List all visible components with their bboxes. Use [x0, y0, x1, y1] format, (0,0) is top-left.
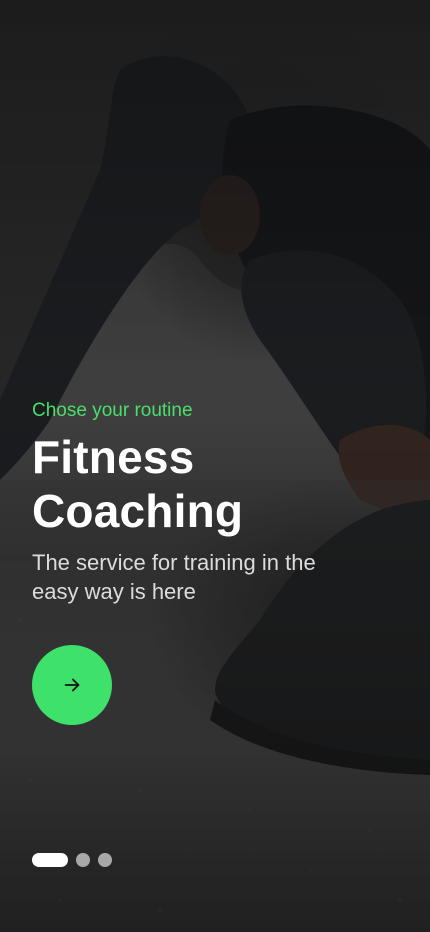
page-dot-active[interactable] [32, 853, 68, 867]
next-button[interactable] [32, 645, 112, 725]
subtitle-text: The service for training in the easy way… [32, 548, 392, 606]
onboarding-content: Chose your routine Fitness Coaching The … [32, 398, 392, 606]
subtitle-line-1: The service for training in the [32, 550, 316, 575]
title-line-2: Coaching [32, 485, 244, 537]
page-indicator [32, 853, 112, 867]
subtitle-line-2: easy way is here [32, 579, 196, 604]
onboarding-screen: Chose your routine Fitness Coaching The … [0, 0, 430, 932]
arrow-right-icon [64, 678, 80, 692]
page-dot[interactable] [76, 853, 90, 867]
page-title: Fitness Coaching [32, 430, 392, 538]
page-dot[interactable] [98, 853, 112, 867]
eyebrow-text: Chose your routine [32, 400, 193, 421]
title-line-1: Fitness [32, 431, 195, 483]
